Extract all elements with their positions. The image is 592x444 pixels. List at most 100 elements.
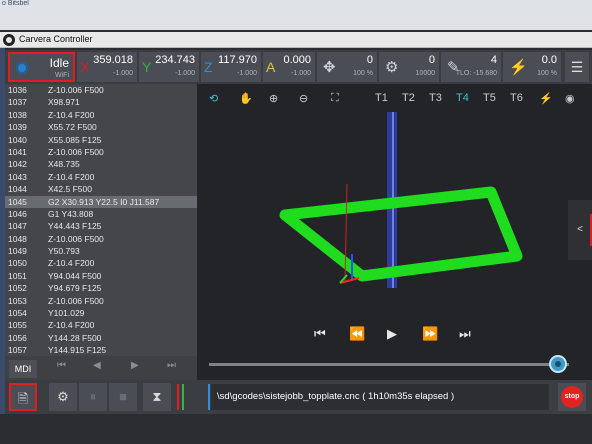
- rewind-icon[interactable]: ⏪: [349, 326, 365, 342]
- x-axis-label: X: [80, 59, 90, 75]
- gcode-line[interactable]: 1040 X55.085 F125: [5, 134, 197, 146]
- a-position[interactable]: A 0.000 -1.000: [263, 52, 315, 82]
- next-line-icon[interactable]: ▶: [131, 360, 139, 371]
- background-window-title: o Bitsbel: [2, 0, 29, 7]
- prev-line-icon[interactable]: ◀: [93, 360, 101, 371]
- feed-rate[interactable]: ✥ 0 100 %: [317, 52, 377, 82]
- first-line-icon[interactable]: ⏮: [57, 360, 66, 371]
- gcode-line[interactable]: 1053 Z-10.006 F500: [5, 295, 197, 307]
- fast-forward-icon[interactable]: ⏩: [422, 326, 438, 342]
- line-number: 1038: [8, 109, 27, 120]
- x-position[interactable]: X 359.018 -1.000: [77, 52, 137, 82]
- gcode-line[interactable]: 1055 Z-10.4 F200: [5, 319, 197, 331]
- laser-value: 0.0: [541, 54, 557, 66]
- gcode-command: Z-10.006 F500: [48, 85, 104, 95]
- gcode-command: Z-10.006 F500: [48, 233, 104, 244]
- a-axis-label: A: [266, 59, 276, 75]
- line-number: 1040: [8, 134, 27, 145]
- gcode-line[interactable]: 1047 Y44.443 F125: [5, 220, 197, 232]
- toolpath-outline: [279, 186, 523, 282]
- gcode-line[interactable]: 1048 Z-10.006 F500: [5, 233, 197, 245]
- playback-progress-track[interactable]: [209, 363, 569, 366]
- side-panel-toggle[interactable]: <: [568, 200, 592, 260]
- gcode-command: Z-10.4 F200: [48, 320, 95, 331]
- line-number: 1037: [8, 97, 27, 108]
- laser-override: 100 %: [537, 70, 557, 77]
- y-position[interactable]: Y 234.743 -1.000: [139, 52, 199, 82]
- feed-override: 100 %: [353, 70, 373, 77]
- gcode-line[interactable]: 1045 G2 X30.913 Y22.5 I0 J11.587: [5, 195, 197, 208]
- line-number: 1044: [8, 184, 27, 195]
- machine-state: Idle: [49, 56, 69, 70]
- line-number: 1041: [8, 146, 27, 157]
- footer: [0, 414, 592, 444]
- machine-state-button[interactable]: Idle WiFi: [8, 52, 75, 82]
- gcode-line[interactable]: 1052 Y94.679 F125: [5, 282, 197, 294]
- line-number: 1036: [8, 85, 27, 95]
- status-bar: Idle WiFi X 359.018 -1.000 Y 234.743 -1.…: [5, 50, 592, 84]
- gcode-line[interactable]: 1036 Z-10.006 F500: [5, 84, 197, 96]
- window-title: Carvera Controller: [19, 34, 93, 44]
- feed-value: 0: [366, 54, 373, 66]
- tool-status[interactable]: ✎ 4 TLO: -15.680: [441, 52, 501, 82]
- emergency-stop-button[interactable]: stop: [558, 383, 586, 411]
- gcode-line[interactable]: 1056 Y144.28 F500: [5, 332, 197, 344]
- tool-length-offset: TLO: -15.680: [455, 70, 497, 77]
- line-number: 1039: [8, 122, 27, 133]
- gcode-line[interactable]: 1054 Y101.029: [5, 307, 197, 319]
- spindle-speed[interactable]: ⚙ 0 10000: [379, 52, 439, 82]
- toolpath-canvas: [279, 112, 523, 288]
- gcode-command: Z-10.006 F500: [48, 146, 104, 157]
- line-number: 1049: [8, 246, 27, 257]
- z-position[interactable]: Z 117.970 -1.000: [201, 52, 261, 82]
- pause-icon[interactable]: ⏸: [79, 383, 107, 411]
- divider-red: [177, 384, 179, 410]
- gcode-line[interactable]: 1042 X48.735: [5, 158, 197, 170]
- stop-square-icon[interactable]: ■: [109, 383, 137, 411]
- app-logo-icon: [3, 34, 15, 46]
- 3d-viewer[interactable]: ⟲ ✋ ⊕ ⊖ ⛶ T1 T2 T3 T4 T5 T6 ⚡ ◉ < ⏮ ⏪ ▶ …: [197, 84, 592, 380]
- gcode-line[interactable]: 1039 X55.72 F500: [5, 121, 197, 133]
- line-number: 1056: [8, 332, 27, 343]
- menu-icon[interactable]: ☰: [565, 52, 589, 82]
- gcode-line[interactable]: 1049 Y50.793: [5, 245, 197, 257]
- line-number: 1054: [8, 308, 27, 319]
- line-number: 1052: [8, 283, 27, 294]
- gcode-line[interactable]: 1041 Z-10.006 F500: [5, 146, 197, 158]
- gcode-line[interactable]: 1051 Y94.044 F500: [5, 270, 197, 282]
- z-value: 117.970: [218, 54, 257, 66]
- gcode-line[interactable]: 1057 Y144.915 F125: [5, 344, 197, 356]
- gcode-line[interactable]: 1046 G1 Y43.808: [5, 208, 197, 220]
- gcode-line[interactable]: 1037 X98.971: [5, 96, 197, 108]
- feed-move-icon: ✥: [323, 59, 336, 76]
- gcode-line[interactable]: 1050 Z-10.4 F200: [5, 257, 197, 269]
- y-sub: -1.000: [175, 70, 195, 77]
- gcode-line[interactable]: 1038 Z-10.4 F200: [5, 109, 197, 121]
- gcode-line[interactable]: 1044 X42.5 F500: [5, 183, 197, 195]
- y-axis-label: Y: [142, 59, 152, 75]
- skip-back-icon[interactable]: ⏮: [314, 326, 326, 342]
- gcode-command: X48.735: [48, 159, 80, 170]
- gcode-command: Z-10.006 F500: [48, 295, 104, 306]
- laser-status[interactable]: ⚡ 0.0 100 %: [503, 52, 561, 82]
- a-value: 0.000: [283, 54, 311, 66]
- spindle-max: 10000: [415, 70, 435, 77]
- line-number: 1055: [8, 320, 27, 331]
- spindle-icon: ⚙: [385, 59, 399, 76]
- stop-label: stop: [561, 386, 583, 408]
- playback-progress-knob[interactable]: [549, 355, 568, 373]
- gcode-list[interactable]: 1036 Z-10.006 F500 1037 X98.971 1038 Z-10.4 F…: [5, 84, 197, 356]
- line-number: 1043: [8, 171, 27, 182]
- hourglass-icon[interactable]: ⧗: [143, 383, 171, 411]
- z-sub: -1.000: [237, 70, 257, 77]
- line-number: 1053: [8, 295, 27, 306]
- last-line-icon[interactable]: ⏭: [167, 360, 176, 371]
- mdi-button[interactable]: MDI: [9, 360, 37, 378]
- play-icon[interactable]: ▶: [387, 326, 397, 342]
- settings-icon[interactable]: ⚙: [49, 383, 77, 411]
- file-icon[interactable]: 🗎: [9, 383, 37, 411]
- gcode-command: Y94.679 F125: [48, 283, 102, 294]
- a-sub: -1.000: [291, 70, 311, 77]
- skip-forward-icon[interactable]: ⏭: [459, 326, 471, 342]
- gcode-line[interactable]: 1043 Z-10.4 F200: [5, 171, 197, 183]
